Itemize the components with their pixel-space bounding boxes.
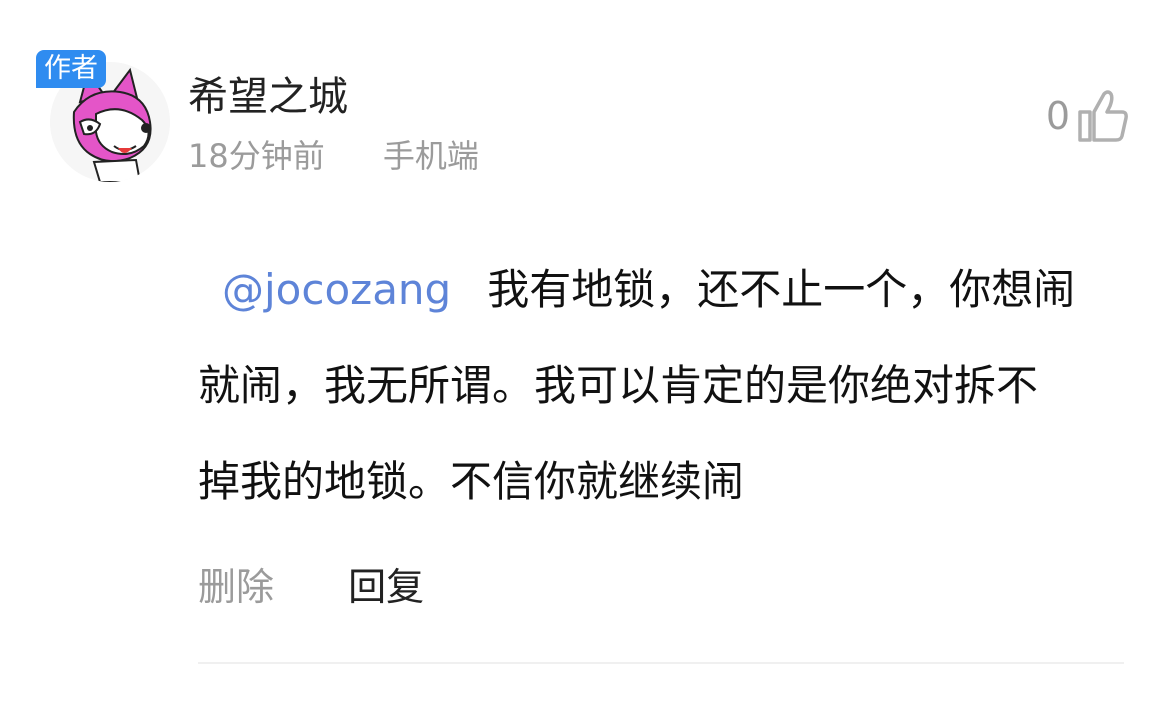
reply-button[interactable]: 回复	[348, 565, 424, 609]
delete-button[interactable]: 删除	[198, 565, 274, 609]
comment-device: 手机端	[382, 137, 479, 175]
comment-item: 作者 希望之城 18分钟前 手机端 0 @jocozang 我有地锁，还不止一个…	[0, 0, 1170, 707]
comment-actions: 删除 回复	[198, 562, 424, 612]
username[interactable]: 希望之城	[188, 74, 348, 120]
mention-link[interactable]: @jocozang	[222, 265, 451, 314]
author-badge: 作者	[36, 50, 106, 88]
like-button[interactable]: 0	[1046, 86, 1130, 146]
comment-content: @jocozang 我有地锁，还不止一个，你想闹就闹，我无所谓。我可以肯定的是你绝…	[198, 242, 1078, 530]
comment-meta: 18分钟前 手机端	[188, 137, 479, 175]
like-count: 0	[1045, 94, 1070, 138]
divider	[198, 662, 1124, 664]
thumbs-up-icon	[1076, 88, 1130, 144]
comment-time: 18分钟前	[188, 137, 325, 175]
